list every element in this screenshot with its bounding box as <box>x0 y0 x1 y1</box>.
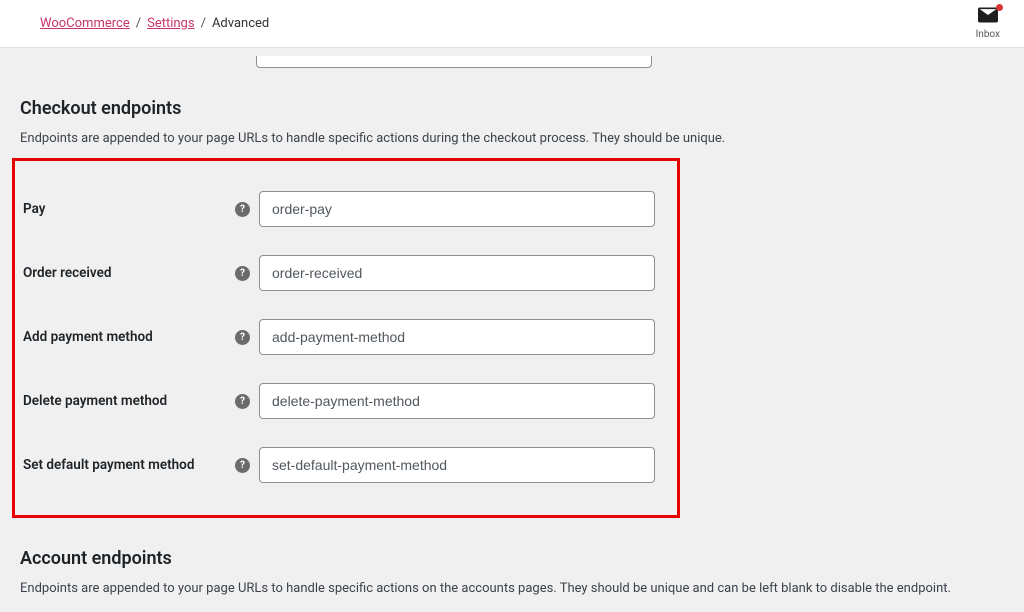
inbox-label: Inbox <box>976 29 1000 40</box>
help-tooltip[interactable]: ? <box>235 394 259 409</box>
checkout-endpoints-title: Checkout endpoints <box>20 98 1004 119</box>
checkout-endpoints-highlight: Pay ? Order received ? Add payment metho… <box>12 158 680 518</box>
breadcrumb-link-settings[interactable]: Settings <box>147 16 194 31</box>
set-default-payment-input[interactable] <box>259 447 655 483</box>
help-icon: ? <box>235 394 250 409</box>
main-content: Checkout endpoints Endpoints are appende… <box>0 56 1024 596</box>
order-received-input[interactable] <box>259 255 655 291</box>
form-row-order-received: Order received ? <box>15 241 677 305</box>
delete-payment-label: Delete payment method <box>23 393 235 409</box>
help-tooltip[interactable]: ? <box>235 266 259 281</box>
breadcrumb-separator: / <box>136 16 141 31</box>
help-icon: ? <box>235 330 250 345</box>
help-tooltip[interactable]: ? <box>235 330 259 345</box>
help-icon: ? <box>235 202 250 217</box>
breadcrumb-current: Advanced <box>212 16 269 31</box>
order-received-label: Order received <box>23 265 235 281</box>
pay-label: Pay <box>23 201 235 217</box>
partial-input-above[interactable] <box>256 56 652 68</box>
help-tooltip[interactable]: ? <box>235 458 259 473</box>
breadcrumb-separator: / <box>201 16 206 31</box>
form-row-set-default-payment: Set default payment method ? <box>15 433 677 497</box>
breadcrumb: WooCommerce / Settings / Advanced <box>40 16 269 31</box>
account-endpoints-desc: Endpoints are appended to your page URLs… <box>20 581 1004 596</box>
help-tooltip[interactable]: ? <box>235 202 259 217</box>
account-endpoints-title: Account endpoints <box>20 548 1004 569</box>
set-default-payment-label: Set default payment method <box>23 457 235 473</box>
notification-dot-icon <box>996 4 1003 11</box>
form-row-delete-payment: Delete payment method ? <box>15 369 677 433</box>
form-row-add-payment: Add payment method ? <box>15 305 677 369</box>
help-icon: ? <box>235 266 250 281</box>
breadcrumb-link-woocommerce[interactable]: WooCommerce <box>40 16 130 31</box>
envelope-icon <box>978 7 998 27</box>
checkout-endpoints-desc: Endpoints are appended to your page URLs… <box>20 131 1004 146</box>
help-icon: ? <box>235 458 250 473</box>
top-bar: WooCommerce / Settings / Advanced Inbox <box>0 0 1024 48</box>
pay-input[interactable] <box>259 191 655 227</box>
add-payment-label: Add payment method <box>23 329 235 345</box>
add-payment-input[interactable] <box>259 319 655 355</box>
delete-payment-input[interactable] <box>259 383 655 419</box>
inbox-button[interactable]: Inbox <box>976 7 1000 40</box>
form-row-pay: Pay ? <box>15 177 677 241</box>
